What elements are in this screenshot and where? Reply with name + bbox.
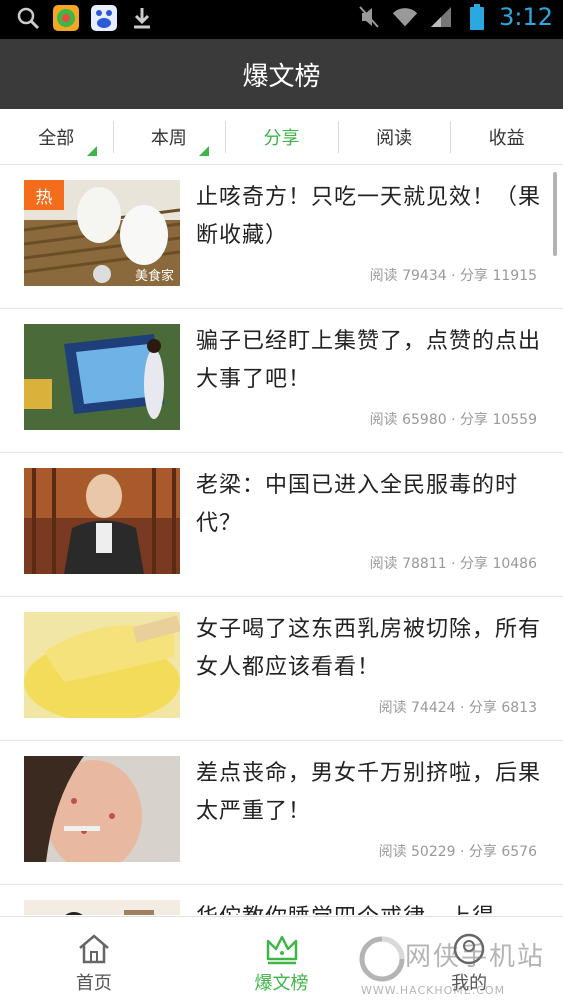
article-title: 止咳奇方！只吃一天就见效！（果断收藏） bbox=[196, 185, 542, 248]
watermark-url: WWW.HACKHOME.COM bbox=[361, 984, 506, 997]
title-bar: 爆文榜 bbox=[0, 39, 563, 109]
app-store-icon bbox=[52, 4, 80, 32]
nav-label: 爆文榜 bbox=[254, 973, 309, 994]
article-thumbnail bbox=[24, 324, 180, 430]
tab-earnings[interactable]: 收益 bbox=[450, 109, 563, 164]
hot-badge: 热 bbox=[24, 180, 64, 210]
nav-home[interactable]: 首页 bbox=[0, 917, 188, 1003]
article-thumbnail: 热 美食家 bbox=[24, 180, 180, 286]
article-title: 华佗教你睡觉四个戒律，上得 bbox=[196, 899, 541, 915]
signal-icon bbox=[427, 3, 455, 31]
article-thumbnail bbox=[24, 756, 180, 862]
article-stats: 阅读 78811 · 分享 10486 bbox=[369, 556, 537, 572]
clock: 3:12 bbox=[499, 3, 553, 31]
article-list[interactable]: 热 美食家 止咳奇方！只吃一天就见效！（果断收藏） 阅读 79434 · 分享 … bbox=[0, 165, 563, 915]
article-title: 老梁：中国已进入全民服毒的时代？ bbox=[196, 473, 519, 536]
list-item[interactable]: 华佗教你睡觉四个戒律，上得 bbox=[0, 885, 563, 915]
mute-icon bbox=[355, 3, 383, 31]
dropdown-indicator-icon bbox=[199, 146, 210, 156]
wifi-icon bbox=[391, 3, 419, 31]
scrollbar[interactable] bbox=[553, 172, 557, 256]
site-watermark: 网侠手机站 WWW.HACKHOME.COM bbox=[357, 926, 557, 997]
list-item[interactable]: 骗子已经盯上集赞了，点赞的点出大事了吧！ 阅读 65980 · 分享 10559 bbox=[0, 309, 563, 453]
article-title: 差点丧命，男女千万别挤啦，后果太严重了！ bbox=[196, 761, 542, 824]
thumbnail-watermark: 美食家 bbox=[134, 269, 174, 284]
tab-label: 分享 bbox=[263, 127, 300, 149]
tab-read[interactable]: 阅读 bbox=[337, 109, 451, 164]
article-title: 女子喝了这东西乳房被切除，所有女人都应该看看！ bbox=[196, 617, 542, 680]
article-thumbnail bbox=[24, 612, 180, 718]
nav-hot-articles[interactable]: 爆文榜 bbox=[188, 917, 376, 1003]
nav-label: 首页 bbox=[75, 973, 112, 994]
article-thumbnail bbox=[24, 900, 180, 915]
baidu-icon bbox=[90, 4, 118, 32]
article-stats: 阅读 79434 · 分享 11915 bbox=[369, 268, 537, 284]
article-thumbnail bbox=[24, 468, 180, 574]
article-stats: 阅读 65980 · 分享 10559 bbox=[369, 412, 537, 428]
search-icon bbox=[14, 4, 42, 32]
dropdown-indicator-icon bbox=[86, 146, 97, 156]
article-stats: 阅读 74424 · 分享 6813 bbox=[378, 700, 537, 716]
watermark-title: 网侠手机站 bbox=[405, 942, 546, 972]
list-item[interactable]: 老梁：中国已进入全民服毒的时代？ 阅读 78811 · 分享 10486 bbox=[0, 453, 563, 597]
tab-share[interactable]: 分享 bbox=[225, 109, 338, 164]
tab-label: 收益 bbox=[488, 127, 525, 149]
battery-icon bbox=[463, 3, 491, 31]
tab-label: 本周 bbox=[150, 127, 187, 149]
download-icon bbox=[128, 4, 156, 32]
article-title: 骗子已经盯上集赞了，点赞的点出大事了吧！ bbox=[196, 329, 542, 392]
home-icon bbox=[76, 931, 112, 967]
status-bar: 3:12 bbox=[0, 0, 563, 39]
tab-all[interactable]: 全部 bbox=[0, 109, 113, 164]
tab-label: 阅读 bbox=[376, 127, 413, 149]
filter-tabs: 全部 本周 分享 阅读 收益 bbox=[0, 109, 563, 165]
article-stats: 阅读 50229 · 分享 6576 bbox=[378, 844, 537, 860]
page-title: 爆文榜 bbox=[242, 61, 321, 92]
list-item[interactable]: 差点丧命，男女千万别挤啦，后果太严重了！ 阅读 50229 · 分享 6576 bbox=[0, 741, 563, 885]
crown-icon bbox=[264, 931, 300, 967]
list-item[interactable]: 热 美食家 止咳奇方！只吃一天就见效！（果断收藏） 阅读 79434 · 分享 … bbox=[0, 165, 563, 309]
tab-this-week[interactable]: 本周 bbox=[112, 109, 226, 164]
list-item[interactable]: 女子喝了这东西乳房被切除，所有女人都应该看看！ 阅读 74424 · 分享 68… bbox=[0, 597, 563, 741]
tab-label: 全部 bbox=[38, 127, 75, 149]
